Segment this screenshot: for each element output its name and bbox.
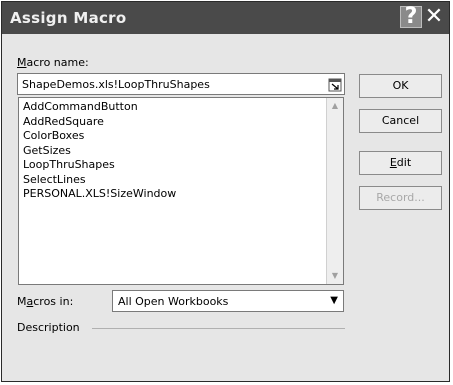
help-button[interactable]: ?	[400, 6, 422, 28]
macro-name-value: ShapeDemos.xls!LoopThruShapes	[22, 78, 210, 91]
description-label: Description	[17, 321, 80, 334]
description-separator	[92, 328, 345, 329]
dropdown-arrow-icon[interactable]: ▼	[330, 295, 338, 306]
list-item[interactable]: LoopThruShapes	[23, 158, 176, 173]
macro-list[interactable]: AddCommandButton AddRedSquare ColorBoxes…	[18, 97, 344, 285]
collapse-dialog-icon[interactable]	[328, 76, 342, 92]
vertical-scrollbar[interactable]: ▲ ▼	[326, 98, 343, 284]
cancel-button[interactable]: Cancel	[359, 109, 442, 133]
list-item[interactable]: ColorBoxes	[23, 129, 176, 144]
scroll-up-icon[interactable]: ▲	[327, 98, 343, 114]
record-button[interactable]: Record...	[359, 186, 442, 210]
macros-in-label: Macros in:	[17, 295, 74, 308]
list-item[interactable]: AddRedSquare	[23, 115, 176, 130]
macro-name-input[interactable]: ShapeDemos.xls!LoopThruShapes	[17, 73, 345, 95]
ok-button[interactable]: OK	[359, 74, 442, 98]
list-item[interactable]: AddCommandButton	[23, 100, 176, 115]
macros-in-value: All Open Workbooks	[118, 295, 229, 308]
macro-name-label: Macro name:	[17, 56, 89, 69]
list-item[interactable]: GetSizes	[23, 144, 176, 159]
edit-button[interactable]: Edit	[359, 151, 442, 175]
list-item[interactable]: SelectLines	[23, 173, 176, 188]
title-bar: Assign Macro ? ✕	[2, 2, 449, 34]
close-button[interactable]: ✕	[423, 6, 445, 28]
scroll-down-icon[interactable]: ▼	[327, 268, 343, 284]
window-title: Assign Macro	[10, 9, 127, 27]
list-item[interactable]: PERSONAL.XLS!SizeWindow	[23, 187, 176, 202]
macros-in-select[interactable]: All Open Workbooks ▼	[112, 290, 344, 312]
assign-macro-dialog: Assign Macro ? ✕ Macro name: ShapeDemos.…	[1, 1, 450, 382]
